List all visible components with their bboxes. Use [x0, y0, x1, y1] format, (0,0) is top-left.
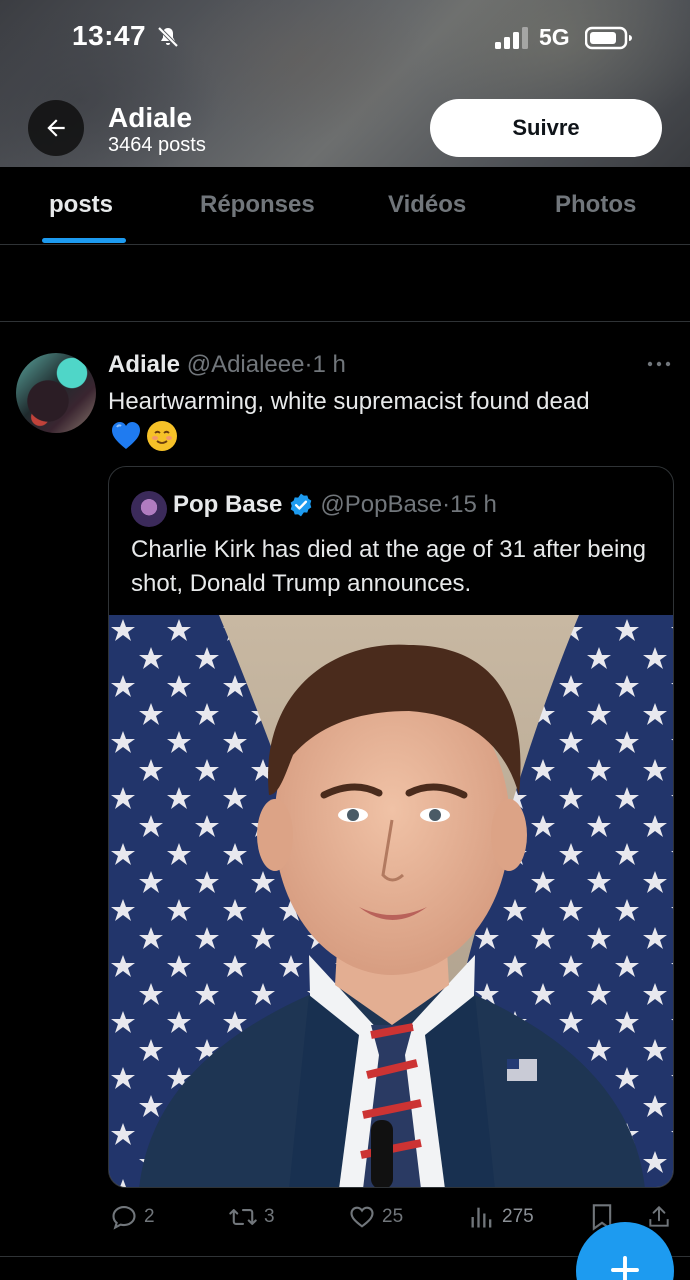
views-button[interactable]: 275 — [468, 1203, 534, 1231]
quoted-text: Charlie Kirk has died at the age of 31 a… — [131, 536, 646, 597]
tweet-header: Adiale @Adialeee·1 h — [108, 351, 346, 379]
active-tab-indicator — [42, 238, 126, 243]
quoted-tweet-header: Pop Base @PopBase · 15 h — [173, 491, 497, 519]
status-bar: 13:47 5G — [0, 0, 690, 80]
profile-name: Adiale — [108, 102, 193, 133]
quoted-avatar[interactable] — [131, 491, 167, 527]
heart-icon — [350, 1206, 374, 1228]
repost-icon — [229, 1209, 257, 1225]
repost-count: 3 — [264, 1206, 275, 1227]
arrow-left-icon — [47, 119, 65, 137]
battery-icon — [585, 26, 632, 50]
signal-icon — [495, 27, 528, 49]
views-chart-icon — [471, 1207, 492, 1228]
quoted-time: 15 h — [450, 491, 497, 518]
quoted-separator: · — [442, 491, 451, 518]
like-button[interactable]: 25 — [348, 1203, 403, 1231]
profile-header: 13:47 5G Adiale 3464 posts Suivre — [0, 0, 690, 167]
views-count: 275 — [502, 1206, 534, 1227]
tab-photos[interactable]: Photos — [555, 191, 636, 219]
network-type: 5G — [539, 24, 570, 50]
tweet-time: 1 h — [312, 351, 346, 378]
tweet-author-handle[interactable]: @Adialeee — [187, 351, 305, 378]
quoted-author-handle[interactable]: @PopBase — [320, 491, 442, 519]
share-button[interactable] — [646, 1203, 678, 1231]
repost-button[interactable]: 3 — [228, 1203, 275, 1231]
avatar[interactable] — [16, 353, 96, 433]
quoted-author-name[interactable]: Pop Base — [173, 491, 282, 519]
profile-post-count: 3464 posts — [108, 134, 206, 156]
like-count: 25 — [382, 1206, 404, 1227]
bell-slash-icon — [157, 26, 179, 48]
blue-heart-emoji — [112, 422, 140, 449]
plus-icon — [611, 1256, 639, 1280]
share-icon — [649, 1205, 669, 1227]
back-button[interactable] — [28, 100, 84, 156]
more-options-icon[interactable] — [645, 354, 673, 374]
tab-replies[interactable]: Réponses — [200, 191, 315, 219]
quoted-tweet[interactable]: Pop Base @PopBase · 15 h Charlie Kirk has … — [108, 466, 674, 1188]
profile-tabs: posts Réponses Vidéos Photos — [0, 167, 690, 245]
reply-icon — [112, 1206, 136, 1230]
follow-button[interactable]: Suivre — [430, 99, 662, 157]
previous-post-remnant — [0, 245, 690, 322]
status-time: 13:47 — [72, 20, 147, 51]
tab-posts[interactable]: posts — [49, 191, 113, 219]
quoted-media-image[interactable] — [109, 615, 674, 1188]
tweet-text: Heartwarming, white supremacist found de… — [108, 388, 590, 415]
tab-videos[interactable]: Vidéos — [388, 191, 466, 219]
reply-count: 2 — [144, 1206, 155, 1227]
reply-button[interactable]: 2 — [110, 1203, 155, 1231]
smiling-face-emoji — [147, 421, 177, 451]
verified-badge-icon — [291, 493, 312, 517]
tweet-author-name[interactable]: Adiale — [108, 351, 180, 378]
